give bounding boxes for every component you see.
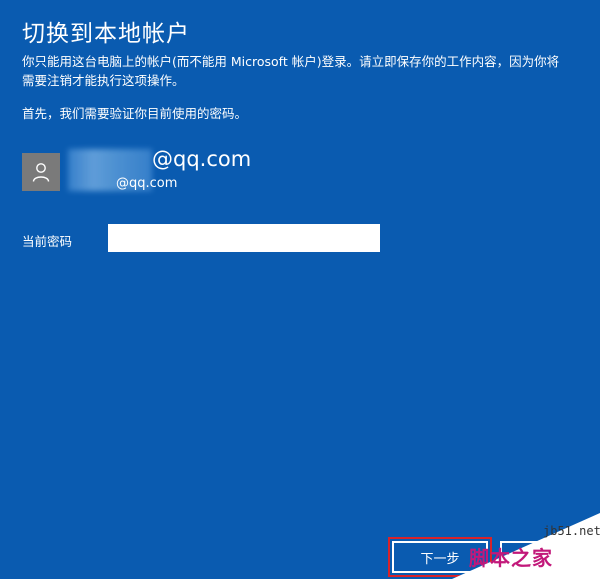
account-email: @qq.com: [152, 147, 252, 171]
watermark-site: jb51.net: [543, 524, 600, 538]
verify-instruction: 首先，我们需要验证你目前使用的密码。: [22, 106, 248, 121]
user-icon: [32, 163, 50, 182]
dialog-description: 你只能用这台电脑上的帐户(而不能用 Microsoft 帐户)登录。请立即保存你…: [22, 54, 560, 88]
current-password-input[interactable]: [108, 224, 380, 252]
dialog-title: 切换到本地帐户: [22, 21, 190, 47]
avatar: [22, 153, 60, 191]
switch-local-account-dialog: 切换到本地帐户 你只能用这台电脑上的帐户(而不能用 Microsoft 帐户)登…: [0, 0, 600, 579]
watermark-name: 脚本之家: [469, 546, 553, 570]
account-email-sub: @qq.com: [116, 176, 178, 191]
current-password-label: 当前密码: [22, 234, 73, 249]
